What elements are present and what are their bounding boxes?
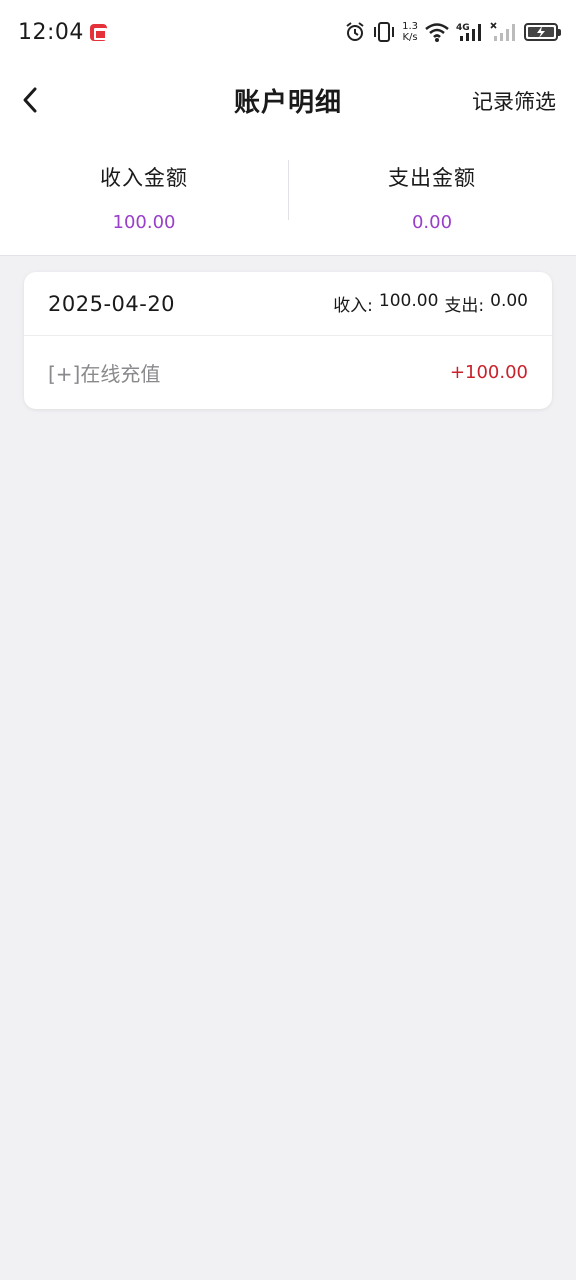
record-date: 2025-04-20	[48, 291, 176, 316]
record-card: 2025-04-20 收入: 100.00 支出: 0.00 [+]在线充值 +…	[24, 272, 552, 409]
expense-value: 0.00	[411, 212, 453, 233]
alarm-icon	[346, 22, 364, 41]
vibrate-icon	[374, 22, 395, 42]
record-item-desc: [+]在线充值	[48, 361, 161, 386]
expense-label: 支出金额	[388, 166, 476, 190]
net-speed-value: 1.3	[402, 21, 418, 32]
status-icons: 1.3 K/s 4G	[344, 21, 561, 43]
net-speed: 1.3 K/s	[402, 21, 418, 43]
record-day-totals: 收入: 100.00 支出: 0.00	[333, 291, 528, 316]
status-time: 12:04	[18, 19, 84, 45]
income-summary: 收入金额 100.00	[0, 136, 288, 255]
record-item-amount: +100.00	[449, 361, 528, 383]
summary-panel: 收入金额 100.00 支出金额 0.00	[0, 136, 576, 256]
day-income-label: 收入:	[333, 296, 373, 316]
net-speed-unit: K/s	[402, 32, 418, 43]
header: 账户明细 记录筛选	[0, 64, 576, 136]
income-label: 收入金额	[100, 166, 188, 190]
wifi-icon	[425, 23, 449, 42]
day-expense-value: 0.00	[490, 291, 528, 311]
record-item[interactable]: [+]在线充值 +100.00	[24, 336, 552, 408]
signal-icon	[490, 22, 515, 41]
record-card-header: 2025-04-20 收入: 100.00 支出: 0.00	[24, 272, 552, 336]
day-expense-label: 支出:	[444, 296, 485, 316]
day-income-value: 100.00	[378, 291, 439, 311]
account-detail-page: 12:04 1.3 K/s 4G 账户明细 记录筛选 收入金额 100.00 支…	[0, 0, 576, 1280]
battery-icon	[524, 23, 561, 41]
record-filter-button[interactable]: 记录筛选	[472, 86, 556, 116]
summary-divider	[288, 160, 289, 220]
signal-4g-icon: 4G	[456, 23, 481, 41]
expense-summary: 支出金额 0.00	[288, 136, 576, 255]
svg-text:4G: 4G	[456, 23, 470, 33]
income-value: 100.00	[112, 212, 176, 233]
notification-icon	[89, 23, 107, 41]
status-bar: 12:04 1.3 K/s 4G	[0, 0, 576, 64]
